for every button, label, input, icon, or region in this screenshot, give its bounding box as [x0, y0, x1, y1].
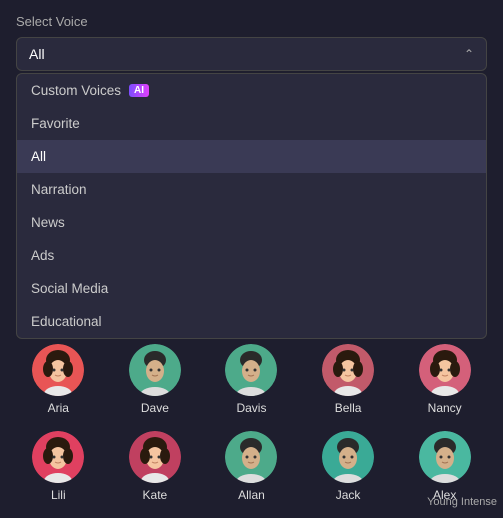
dropdown-item-social-media[interactable]: Social Media	[17, 272, 486, 305]
voice-item-davis[interactable]: Davis	[211, 338, 291, 419]
voice-name-allan: Allan	[238, 488, 265, 502]
ai-badge: AI	[129, 84, 149, 97]
voice-name-dave: Dave	[141, 401, 169, 415]
dropdown-item-news[interactable]: News	[17, 206, 486, 239]
tag-line: Young Intense	[427, 496, 497, 508]
voice-name-bella: Bella	[335, 401, 362, 415]
dropdown-item-all[interactable]: All	[17, 140, 486, 173]
voice-item-alex[interactable]: Alex	[405, 425, 485, 506]
dropdown-selected-value: All	[29, 46, 45, 62]
dropdown-item-narration[interactable]: Narration	[17, 173, 486, 206]
voice-name-lili: Lili	[51, 488, 66, 502]
voice-item-allan[interactable]: Allan	[211, 425, 291, 506]
voice-row-2: Lili Kate Allan	[10, 425, 493, 506]
voice-name-nancy: Nancy	[428, 401, 462, 415]
voice-dropdown[interactable]: All ⌃ Custom VoicesAIFavoriteAllNarratio…	[16, 37, 487, 71]
voice-item-nancy[interactable]: Nancy	[405, 338, 485, 419]
dropdown-item-custom[interactable]: Custom VoicesAI	[17, 74, 486, 107]
voice-name-aria: Aria	[48, 401, 69, 415]
select-voice-label: Select Voice	[16, 14, 487, 29]
dropdown-item-educational[interactable]: Educational	[17, 305, 486, 338]
voice-row-1: Aria Dave Davis	[10, 338, 493, 419]
dropdown-menu: Custom VoicesAIFavoriteAllNarrationNewsA…	[16, 73, 487, 339]
voice-item-bella[interactable]: Bella	[308, 338, 388, 419]
dropdown-item-favorite[interactable]: Favorite	[17, 107, 486, 140]
chevron-up-icon: ⌃	[464, 47, 474, 61]
voice-name-davis: Davis	[236, 401, 266, 415]
voice-item-lili[interactable]: Lili	[18, 425, 98, 506]
voice-name-kate: Kate	[143, 488, 168, 502]
voice-item-jack[interactable]: Jack	[308, 425, 388, 506]
voices-grid: Aria Dave Davis	[0, 338, 503, 512]
dropdown-item-ads[interactable]: Ads	[17, 239, 486, 272]
voice-item-kate[interactable]: Kate	[115, 425, 195, 506]
voice-name-jack: Jack	[336, 488, 361, 502]
voice-item-dave[interactable]: Dave	[115, 338, 195, 419]
dropdown-trigger[interactable]: All ⌃	[16, 37, 487, 71]
voice-item-aria[interactable]: Aria	[18, 338, 98, 419]
